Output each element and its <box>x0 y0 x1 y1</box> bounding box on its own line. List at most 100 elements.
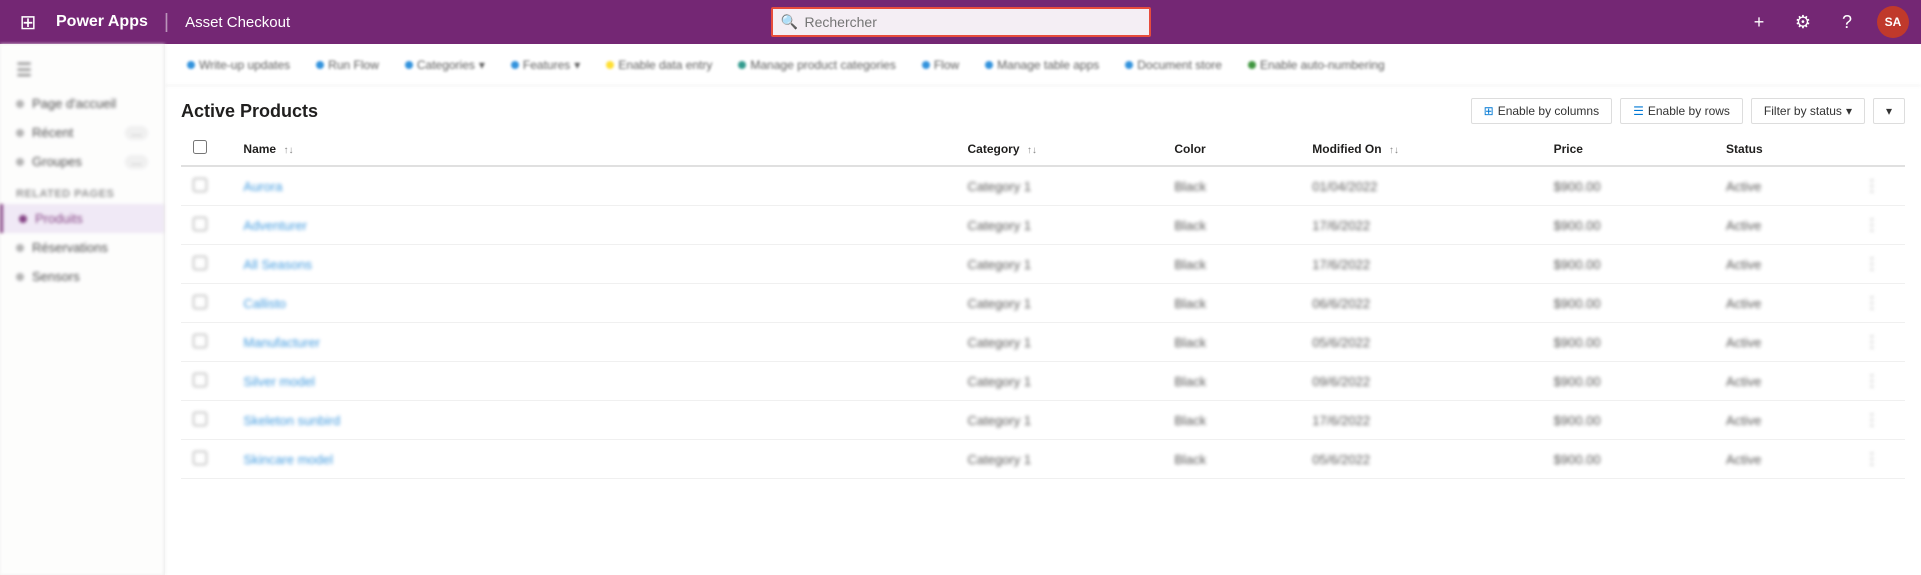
row-name[interactable]: All Seasons <box>231 245 955 284</box>
col-header-category[interactable]: Category ↑↓ <box>955 132 1162 166</box>
row-action-button[interactable]: ⋮ <box>1864 293 1880 313</box>
row-checkbox-cell[interactable] <box>181 440 231 479</box>
row-action-button[interactable]: ⋮ <box>1864 332 1880 352</box>
col-header-price[interactable]: Price <box>1542 132 1714 166</box>
toolbar-btn-enable-data-entry[interactable]: Enable data entry <box>596 54 722 76</box>
row-actions[interactable]: ⋮ <box>1852 401 1905 440</box>
row-name[interactable]: Skeleton sunbird <box>231 401 955 440</box>
help-button[interactable]: ? <box>1833 12 1861 33</box>
toolbar-btn-flow-label: Flow <box>934 58 959 72</box>
row-select-checkbox[interactable] <box>193 451 207 465</box>
row-name-link[interactable]: Aurora <box>243 179 282 194</box>
row-actions[interactable]: ⋮ <box>1852 440 1905 479</box>
row-action-button[interactable]: ⋮ <box>1864 254 1880 274</box>
enable-rows-button[interactable]: ☰ Enable by rows <box>1620 98 1743 124</box>
sidebar-item-home[interactable]: Page d'accueil <box>0 89 164 118</box>
toolbar-btn-run-flow[interactable]: Run Flow <box>306 54 389 76</box>
row-name-link[interactable]: All Seasons <box>243 257 312 272</box>
filter-button[interactable]: Filter by status ▾ <box>1751 98 1865 124</box>
row-action-button[interactable]: ⋮ <box>1864 449 1880 469</box>
row-actions[interactable]: ⋮ <box>1852 206 1905 245</box>
row-actions[interactable]: ⋮ <box>1852 362 1905 401</box>
col-header-name[interactable]: Name ↑↓ <box>231 132 955 166</box>
row-actions[interactable]: ⋮ <box>1852 166 1905 206</box>
toolbar-btn-flow[interactable]: Flow <box>912 54 969 76</box>
row-action-button[interactable]: ⋮ <box>1864 371 1880 391</box>
row-select-checkbox[interactable] <box>193 256 207 270</box>
row-select-checkbox[interactable] <box>193 412 207 426</box>
main-layout: ☰ Page d'accueil Récent … Groupes … Rela… <box>0 44 1921 575</box>
row-action-button[interactable]: ⋮ <box>1864 410 1880 430</box>
sidebar-item-products[interactable]: Produits <box>0 204 164 233</box>
row-name-link[interactable]: Adventurer <box>243 218 307 233</box>
row-select-checkbox[interactable] <box>193 295 207 309</box>
toolbar-btn-manage-table-apps[interactable]: Manage table apps <box>975 54 1109 76</box>
add-button[interactable]: + <box>1745 12 1773 33</box>
row-name[interactable]: Skincare model <box>231 440 955 479</box>
btn-dot-blue2 <box>316 61 324 69</box>
sidebar-item-reservations[interactable]: Réservations <box>0 233 164 262</box>
content-area: Write-up updates Run Flow Categories ▾ F… <box>165 44 1921 575</box>
row-action-button[interactable]: ⋮ <box>1864 215 1880 235</box>
row-modified: 17/6/2022 <box>1300 206 1541 245</box>
row-name-link[interactable]: Manufacturer <box>243 335 320 350</box>
search-input[interactable] <box>771 7 1151 37</box>
row-select-checkbox[interactable] <box>193 334 207 348</box>
row-checkbox-cell[interactable] <box>181 362 231 401</box>
enable-columns-label: Enable by columns <box>1498 104 1599 118</box>
filter-label: Filter by status <box>1764 104 1842 118</box>
col-header-modified[interactable]: Modified On ↑↓ <box>1300 132 1541 166</box>
row-name-link[interactable]: Silver model <box>243 374 315 389</box>
row-checkbox-cell[interactable] <box>181 166 231 206</box>
row-actions[interactable]: ⋮ <box>1852 323 1905 362</box>
col-header-status[interactable]: Status <box>1714 132 1852 166</box>
row-name[interactable]: Aurora <box>231 166 955 206</box>
sidebar-item-groups-badge: … <box>125 155 148 169</box>
toolbar-row: Write-up updates Run Flow Categories ▾ F… <box>165 44 1921 86</box>
row-name-link[interactable]: Skeleton sunbird <box>243 413 340 428</box>
toolbar-btn-manage-product-categories-label: Manage product categories <box>750 58 895 72</box>
data-table: Name ↑↓ Category ↑↓ Color Modified On ↑↓… <box>181 132 1905 479</box>
toolbar-btn-document-store[interactable]: Document store <box>1115 54 1232 76</box>
row-modified: 17/6/2022 <box>1300 245 1541 284</box>
enable-columns-button[interactable]: ⊞ Enable by columns <box>1471 98 1612 124</box>
row-modified: 01/04/2022 <box>1300 166 1541 206</box>
row-action-button[interactable]: ⋮ <box>1864 176 1880 196</box>
row-status: Active <box>1714 440 1852 479</box>
sidebar-item-recent[interactable]: Récent … <box>0 118 164 147</box>
toolbar-btn-enable-autonum[interactable]: Enable auto-numbering <box>1238 54 1395 76</box>
row-name-link[interactable]: Skincare model <box>243 452 333 467</box>
settings-button[interactable]: ⚙ <box>1789 12 1817 33</box>
toolbar-btn-features[interactable]: Features ▾ <box>501 54 590 76</box>
toolbar-btn-manage-product-categories[interactable]: Manage product categories <box>728 54 905 76</box>
row-checkbox-cell[interactable] <box>181 284 231 323</box>
row-name[interactable]: Adventurer <box>231 206 955 245</box>
row-name[interactable]: Silver model <box>231 362 955 401</box>
row-price: $900.00 <box>1542 323 1714 362</box>
row-checkbox-cell[interactable] <box>181 401 231 440</box>
view-selector-button[interactable]: ▾ <box>1873 98 1905 124</box>
sidebar-top-icon[interactable]: ☰ <box>0 52 164 89</box>
avatar[interactable]: SA <box>1877 6 1909 38</box>
waffle-icon[interactable]: ⊞ <box>12 10 44 35</box>
toolbar-btn-write-updates[interactable]: Write-up updates <box>177 54 300 76</box>
row-name[interactable]: Callisto <box>231 284 955 323</box>
row-select-checkbox[interactable] <box>193 178 207 192</box>
row-actions[interactable]: ⋮ <box>1852 245 1905 284</box>
row-checkbox-cell[interactable] <box>181 206 231 245</box>
col-header-color[interactable]: Color <box>1162 132 1300 166</box>
row-actions[interactable]: ⋮ <box>1852 284 1905 323</box>
row-name[interactable]: Manufacturer <box>231 323 955 362</box>
toolbar-btn-categories[interactable]: Categories ▾ <box>395 54 495 76</box>
table-header-row: Name ↑↓ Category ↑↓ Color Modified On ↑↓… <box>181 132 1905 166</box>
row-name-link[interactable]: Callisto <box>243 296 286 311</box>
row-select-checkbox[interactable] <box>193 373 207 387</box>
row-checkbox-cell[interactable] <box>181 245 231 284</box>
select-all-checkbox[interactable] <box>193 140 207 154</box>
sidebar-item-sensors[interactable]: Sensors <box>0 262 164 291</box>
sidebar-item-groups[interactable]: Groupes … <box>0 147 164 176</box>
row-select-checkbox[interactable] <box>193 217 207 231</box>
row-checkbox-cell[interactable] <box>181 323 231 362</box>
row-price: $900.00 <box>1542 284 1714 323</box>
rows-icon: ☰ <box>1633 104 1644 118</box>
